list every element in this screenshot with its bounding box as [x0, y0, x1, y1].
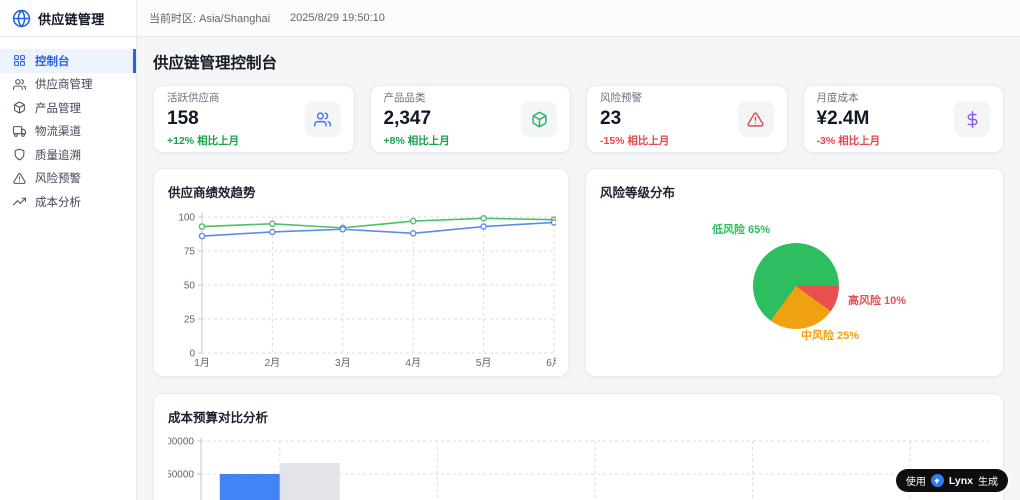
- stats-row: 活跃供应商 158 +12% 相比上月 产品品类 2,347 +8% 相比上月 风险预警 23…: [153, 85, 1004, 153]
- shield-icon: [14, 148, 25, 161]
- stat-info: 风险预警 23 -15% 相比上月: [600, 90, 669, 148]
- users-icon: [314, 111, 331, 127]
- badge-prefix: 使用: [905, 477, 926, 488]
- stat-delta: -3% 相比上月: [816, 134, 881, 147]
- topbar: 供应链管理 当前时区: Asia/Shanghai 2025/8/29 19:5…: [0, 0, 1020, 37]
- stat-iconbox: [737, 101, 774, 137]
- pie-label-0: 高风险 10%: [848, 295, 907, 307]
- sidebar-item-dashboard[interactable]: 控制台: [0, 49, 136, 73]
- stat-info: 月度成本 ¥2.4M -3% 相比上月: [817, 90, 881, 148]
- page-title: 供应链管理控制台: [153, 55, 278, 72]
- stat-iconbox: [521, 101, 557, 137]
- bolt-icon: [934, 477, 941, 484]
- lynx-badge[interactable]: 使用 Lynx 生成: [895, 469, 1008, 492]
- truck-icon: [13, 125, 26, 137]
- app-root: 供应链管理 当前时区: Asia/Shanghai 2025/8/29 19:5…: [0, 0, 1020, 500]
- stat-label: 活跃供应商: [167, 92, 220, 105]
- sidebar-item-risk[interactable]: 风险预警: [0, 167, 136, 191]
- sidebar-item-quality[interactable]: 质量追溯: [0, 143, 136, 167]
- pie-label-2: 低风险 65%: [712, 224, 771, 236]
- dashboard-icon: [14, 55, 25, 67]
- alert-icon: [13, 172, 26, 184]
- svg-text:450000: 450000: [168, 470, 194, 481]
- globe-icon: [12, 9, 31, 28]
- pie: [753, 243, 839, 329]
- stat-delta: +12% 相比上月: [167, 134, 240, 147]
- sidebar: 控制台供应商管理产品管理物流渠道质量追溯风险预警成本分析: [0, 37, 137, 500]
- alert-icon: [747, 111, 764, 127]
- charts-row: 供应商绩效趋势 02550751001月2月3月4月5月6月 风险等级分布 高风…: [153, 168, 1004, 377]
- svg-text:75: 75: [184, 247, 196, 258]
- stat-info: 产品品类 2,347 +8% 相比上月: [384, 90, 450, 148]
- main-content: 供应链管理控制台 活跃供应商 158 +12% 相比上月 产品品类 2,347 +8% 相…: [137, 37, 1020, 500]
- svg-text:1月: 1月: [194, 357, 210, 369]
- stat-card-product-categories: 产品品类 2,347 +8% 相比上月: [369, 85, 571, 153]
- stat-label: 风险预警: [600, 92, 642, 105]
- svg-text:50: 50: [184, 281, 196, 292]
- stat-iconbox: [304, 101, 341, 137]
- sidebar-item-cost[interactable]: 成本分析: [0, 190, 136, 214]
- stat-delta: -15% 相比上月: [600, 134, 670, 147]
- badge-suffix: 生成: [978, 477, 998, 488]
- stat-card-active-suppliers: 活跃供应商 158 +12% 相比上月: [153, 85, 355, 153]
- stat-delta: +8% 相比上月: [383, 134, 450, 147]
- stat-value: ¥2.4M: [816, 108, 870, 130]
- package-icon: [14, 101, 25, 114]
- pie-chart: 高风险 10% 中风险 25% 低风险 65%: [586, 169, 1003, 376]
- line-chart-card: 供应商绩效趋势 02550751001月2月3月4月5月6月: [153, 168, 569, 377]
- bar-chart-title: 成本预算对比分析: [168, 411, 269, 425]
- sidebar-item-label: 质量追溯: [35, 149, 81, 162]
- svg-text:6月: 6月: [546, 357, 556, 369]
- pie-label-1: 中风险 25%: [801, 330, 860, 342]
- stat-value: 158: [167, 108, 199, 130]
- stat-label: 产品品类: [383, 92, 426, 105]
- datetime-label: 2025/8/29 19:50:10: [290, 12, 385, 24]
- timezone-label: 当前时区: Asia/Shanghai: [149, 13, 271, 25]
- sidebar-item-label: 风险预警: [35, 173, 81, 186]
- bar-chart: 600000450000300000: [161, 437, 989, 500]
- sidebar-item-products[interactable]: 产品管理: [0, 96, 136, 120]
- users-icon: [13, 78, 26, 90]
- sidebar-item-label: 供应商管理: [35, 79, 93, 92]
- sidebar-item-suppliers[interactable]: 供应商管理: [0, 73, 136, 97]
- svg-text:5月: 5月: [476, 357, 492, 369]
- stat-card-risk-alerts: 风险预警 23 -15% 相比上月: [586, 85, 788, 153]
- sidebar-item-logistics[interactable]: 物流渠道: [0, 120, 136, 144]
- brand: 供应链管理: [0, 0, 137, 36]
- badge-brand: Lynx: [948, 474, 973, 487]
- pie-chart-card: 风险等级分布 高风险 10% 中风险 25% 低风险 65%: [585, 168, 1004, 377]
- globe-icon: [12, 9, 31, 27]
- trend-icon: [13, 197, 26, 206]
- bar-chart-card: 成本预算对比分析 600000450000300000: [153, 393, 1004, 500]
- sidebar-item-label: 成本分析: [35, 196, 81, 209]
- stat-value: 2,347: [383, 108, 432, 130]
- svg-text:100: 100: [178, 213, 195, 224]
- svg-text:4月: 4月: [405, 357, 421, 369]
- svg-text:600000: 600000: [168, 437, 194, 448]
- sidebar-item-label: 产品管理: [35, 102, 81, 115]
- line-chart: 02550751001月2月3月4月5月6月: [178, 213, 561, 370]
- brand-title: 供应链管理: [38, 11, 105, 27]
- stat-card-monthly-cost: 月度成本 ¥2.4M -3% 相比上月: [802, 85, 1004, 153]
- lynx-icon: [930, 474, 944, 487]
- stat-label: 月度成本: [816, 92, 859, 105]
- sidebar-item-label: 控制台: [35, 55, 70, 68]
- stat-iconbox: [954, 101, 990, 137]
- stat-value: 23: [600, 108, 622, 130]
- svg-text:3月: 3月: [335, 357, 351, 369]
- stat-info: 活跃供应商 158 +12% 相比上月: [167, 90, 239, 148]
- sidebar-item-label: 物流渠道: [35, 126, 81, 139]
- dollar-icon: [967, 110, 977, 128]
- svg-text:25: 25: [184, 315, 196, 326]
- app-shell: 控制台 供应商管理 产品管理 物流渠道 质量追溯 风险预警 成本分析 供应链管理控制台 活跃…: [0, 37, 1020, 500]
- svg-text:2月: 2月: [265, 357, 281, 369]
- topbar-info: 当前时区: Asia/Shanghai 2025/8/29 19:50:10: [137, 0, 1020, 36]
- line-chart-title: 供应商绩效趋势: [168, 186, 256, 200]
- package-icon: [531, 111, 547, 127]
